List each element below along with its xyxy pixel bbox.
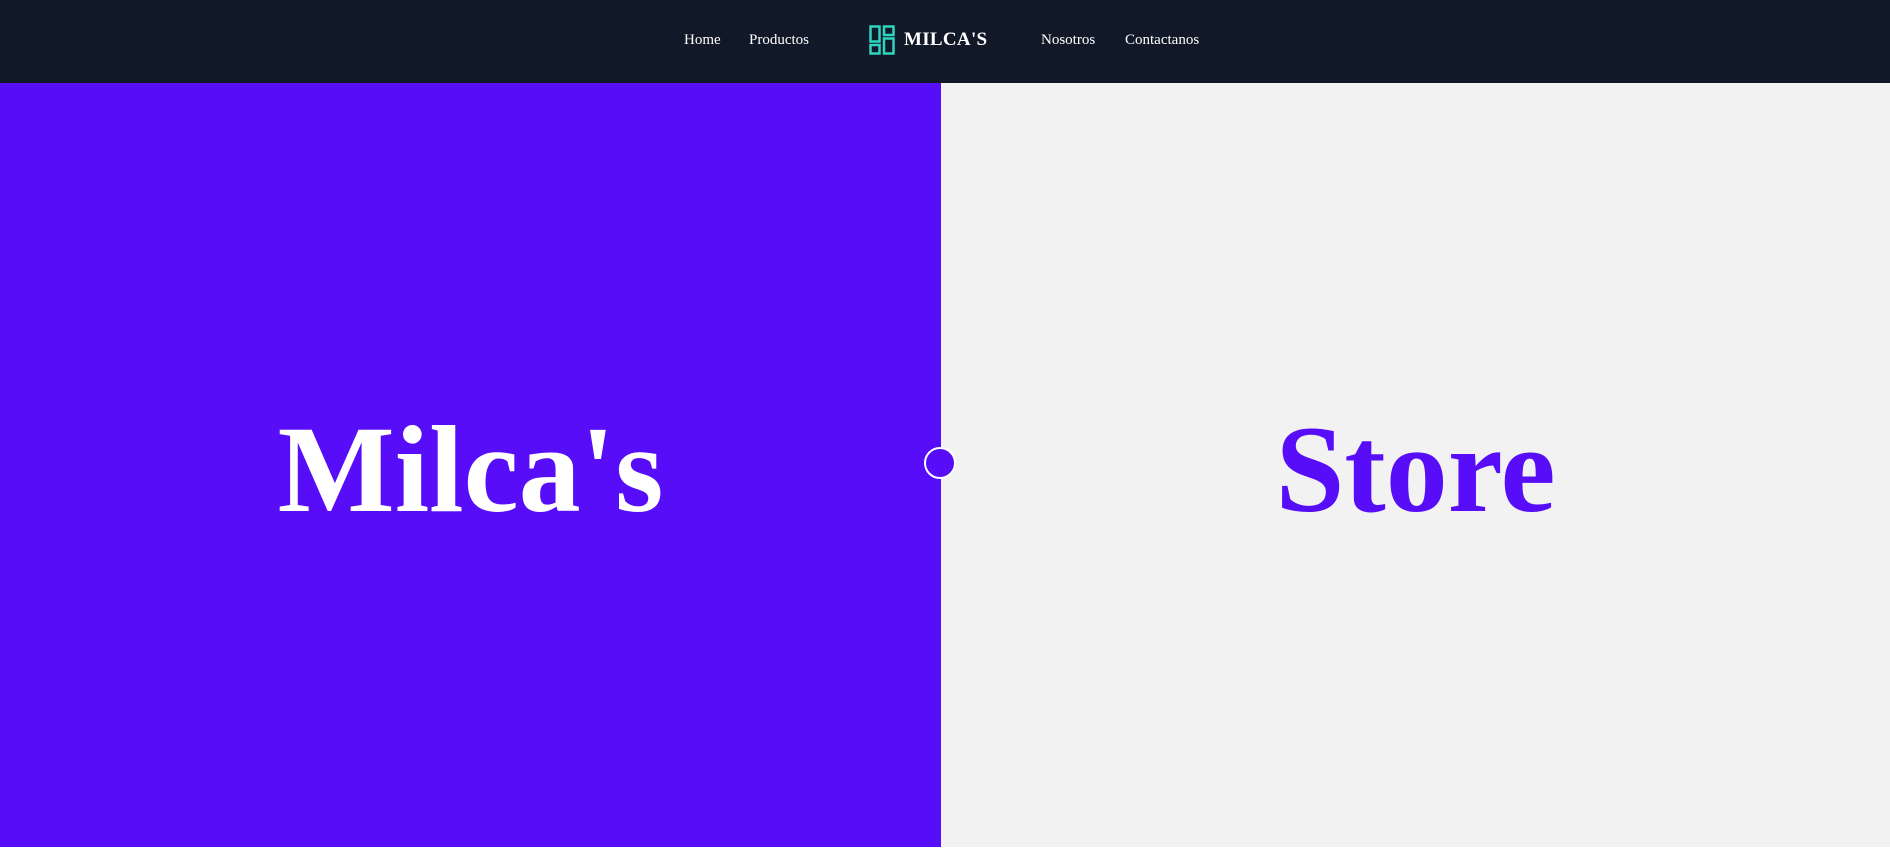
- hero-right-text: Store: [1275, 401, 1556, 538]
- top-navbar: Home Productos MILCA'S Nosotros Contacta…: [0, 0, 1890, 83]
- nav-link-home[interactable]: Home: [684, 30, 721, 50]
- nav-link-productos[interactable]: Productos: [749, 30, 809, 50]
- nav-link-nosotros[interactable]: Nosotros: [1041, 30, 1095, 50]
- hero-left-text: Milca's: [277, 401, 664, 538]
- nav-link-contactanos[interactable]: Contactanos: [1125, 30, 1199, 50]
- slider-handle-icon[interactable]: [924, 447, 956, 479]
- layout-grid-icon: [869, 25, 895, 55]
- hero-comparison-slider[interactable]: Milca's Store: [0, 83, 1890, 847]
- brand-name: MILCA'S: [904, 29, 988, 50]
- brand-logo[interactable]: MILCA'S: [869, 25, 987, 55]
